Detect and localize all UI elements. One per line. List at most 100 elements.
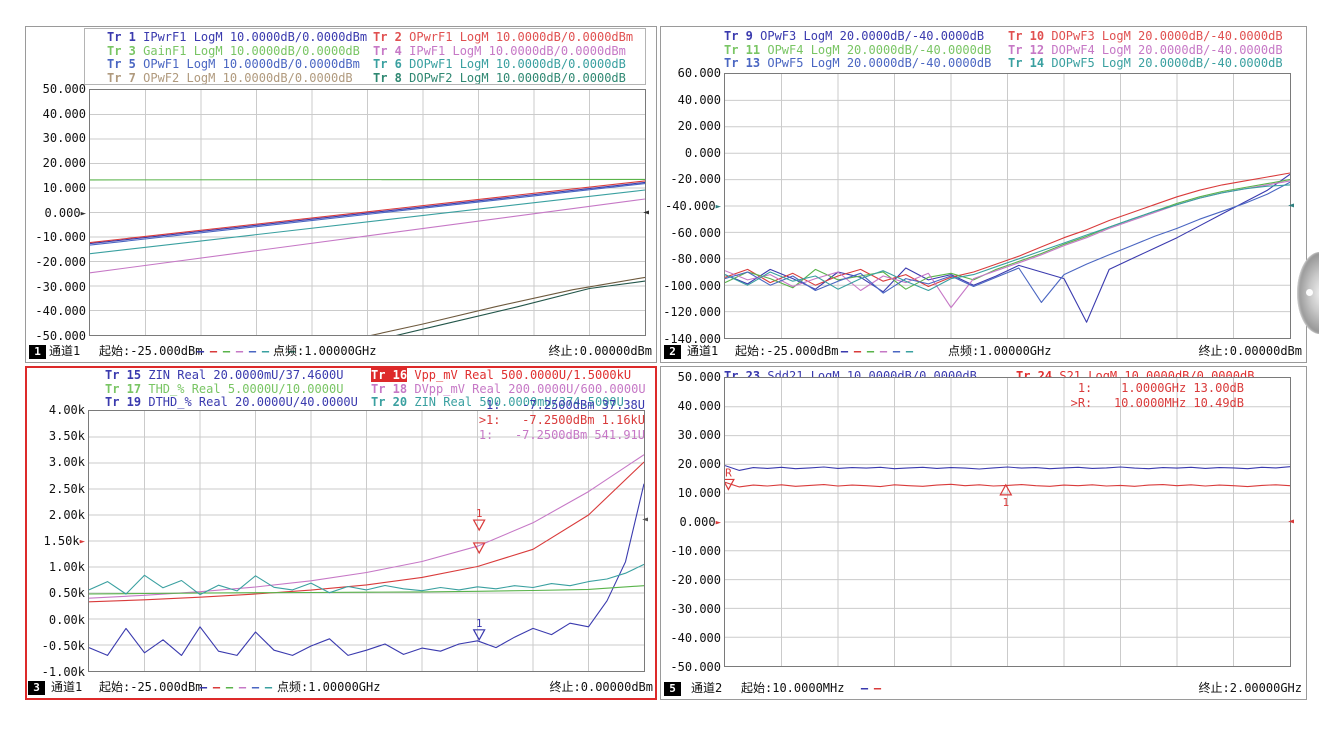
trace-dash: — [194,343,207,360]
trace-dash: — [858,680,871,697]
trace-svg [90,90,645,335]
legend-trace-tr4[interactable]: Tr 4 IPwF1 LogM 10.0000dB/0.0000dBm [373,45,626,58]
trace-id: Tr 3 [107,44,136,58]
trace-id: Tr 12 [1008,43,1044,57]
window-channel1-zin-active[interactable]: Tr 15 ZIN Real 20.0000mU/37.4600U Tr 16 V… [25,366,657,700]
trace-id: Tr 9 [724,29,753,43]
reference-level-arrow[interactable]: ► [81,209,86,219]
y-axis-tick-label: -0.50k [25,640,85,653]
y-axis-tick-label: -10.000 [26,231,86,244]
y-axis-tick-label: -30.000 [26,281,86,294]
y-axis-tick-label: 1.00k [25,561,85,574]
y-axis-tick-label: -1.00k [25,666,85,679]
status-bar: 2通道1起始:-25.000dBm——————点频:1.00000GHz终止:0… [661,343,1306,361]
y-axis-tick-label: 50.000 [26,83,86,96]
trace-id: Tr 13 [724,56,760,70]
y-axis-tick-label: 2.50k [25,483,85,496]
legend-trace-tr15[interactable]: Tr 15 ZIN Real 20.0000mU/37.4600U [105,369,343,382]
legend-trace-tr17[interactable]: Tr 17 THD_% Real 5.0000U/10.0000U [105,383,343,396]
legend-trace-tr13[interactable]: Tr 13 OPwF5 LogM 20.0000dB/-40.0000dB [724,57,991,70]
trace-format-scale: DOPwF5 LogM 20.0000dB/-40.0000dB [1044,56,1282,70]
trace-dash: — [249,679,262,696]
y-axis-tick-label: 40.000 [26,108,86,121]
reference-level-arrow-right: ◄ [643,208,649,218]
window-channel2-sparams[interactable]: Tr 23 Sdd21 LogM 10.0000dB/0.0000dBTr 24… [660,366,1307,700]
trace-dash: — [890,343,903,360]
legend-trace-tr19[interactable]: Tr 19 DTHD_% Real 20.0000U/40.0000U [105,396,358,409]
y-axis-tick-label: -40.000► [661,200,721,214]
y-axis-tick-label: 40.000 [661,94,721,107]
channel-badge[interactable]: 1 [29,345,46,359]
trace-format-scale: THD_% Real 5.0000U/10.0000U [141,382,343,396]
trace-id: Tr 4 [373,44,402,58]
marker-readout-row: >R: 10.0000MHz 10.49dB [1071,396,1244,411]
sweep-stop-label: 终止:0.00000dBm [1199,343,1302,360]
legend-trace-tr1[interactable]: Tr 1 IPwrF1 LogM 10.0000dB/0.0000dBm [107,31,367,44]
marker-readout-row: 1: -7.2500dBm 37.38U [472,398,645,413]
y-axis-tick-label: 10.000 [661,487,721,500]
trace-dash: — [210,679,223,696]
y-axis-tick-label: -120.000 [661,306,721,319]
reference-level-arrow[interactable]: ► [80,537,85,547]
y-axis-tick-label: 30.000 [26,132,86,145]
y-axis-tick-label: -30.000 [661,603,721,616]
reference-level-arrow-right: ◄ [642,515,648,525]
trace-dash: — [877,343,890,360]
legend-trace-tr11[interactable]: Tr 11 OPwF4 LogM 20.0000dB/-40.0000dB [724,44,991,57]
trace-dash: — [233,343,246,360]
channel-badge[interactable]: 2 [664,345,681,359]
trace-format-scale: DVpp_mV Real 200.0000U/600.0000U [407,382,645,396]
trace-id: Tr 10 [1008,29,1044,43]
marker-readout-row: 1: 1.0000GHz 13.00dB [1071,381,1244,396]
y-axis-tick-label: 50.000 [661,371,721,384]
marker-label: 1 [476,507,483,520]
legend-trace-tr18[interactable]: Tr 18 DVpp_mV Real 200.0000U/600.0000U [371,383,645,396]
sweep-start-label: 起始:10.0000MHz [741,680,844,697]
trace-GainF1 [90,179,645,180]
marker-readout-row: 1: -7.2500dBm 541.91U [472,428,645,443]
trace-dash: — [262,679,275,696]
trace-format-scale: DOPwF2 LogM 10.0000dB/0.0000dB [402,71,626,85]
legend-trace-tr6[interactable]: Tr 6 DOPwF1 LogM 10.0000dB/0.0000dB [373,58,626,71]
legend-trace-tr3[interactable]: Tr 3 GainF1 LogM 10.0000dB/0.0000dB [107,45,360,58]
window-channel1-power[interactable]: Tr 1 IPwrF1 LogM 10.0000dB/0.0000dBm Tr 2… [25,26,657,363]
cw-frequency-label: 点频:1.00000GHz [277,679,380,696]
sweep-start-label: 起始:-25.000dBm [735,343,838,360]
trace-dash: — [864,343,877,360]
trace-id: Tr 18 [371,382,407,396]
y-axis-tick-label: 0.00k [25,614,85,627]
plot-area[interactable]: R1 [724,377,1291,667]
legend-trace-tr7[interactable]: Tr 7 OPwF2 LogM 10.0000dB/0.0000dB [107,72,353,85]
legend-trace-tr8[interactable]: Tr 8 DOPwF2 LogM 10.0000dB/0.0000dB [373,72,626,85]
trace-id: Tr 7 [107,71,136,85]
legend-trace-tr5[interactable]: Tr 5 OPwF1 LogM 10.0000dB/0.0000dBm [107,58,360,71]
channel-badge[interactable]: 5 [664,682,681,696]
plot-area[interactable] [89,89,646,336]
legend-trace-tr2[interactable]: Tr 2 OPwrF1 LogM 10.0000dB/0.0000dBm [373,31,633,44]
cw-frequency-label: 点频:1.00000GHz [273,343,376,360]
sweep-stop-label: 终止:0.00000dBm [549,343,652,360]
trace-id: Tr 14 [1008,56,1044,70]
y-axis-tick-label: -50.000 [26,330,86,343]
marker-triangle [474,520,485,530]
channel-badge[interactable]: 3 [28,681,45,695]
trace-id: Tr 2 [373,30,402,44]
trace-format-scale: IPwrF1 LogM 10.0000dB/0.0000dBm [136,30,367,44]
legend-trace-tr12[interactable]: Tr 12 DOPwF4 LogM 20.0000dB/-40.0000dB [1008,44,1283,57]
reference-level-arrow[interactable]: ► [716,518,721,528]
legend-trace-tr9[interactable]: Tr 9 OPwF3 LogM 20.0000dB/-40.0000dB [724,30,984,43]
plot-area[interactable] [724,73,1291,339]
y-axis-tick-label: -10.000 [661,545,721,558]
legend-trace-tr16[interactable]: Tr 16 Vpp_mV Real 500.0000U/1.5000kU [371,369,631,382]
plot-area[interactable]: 11 [88,410,645,672]
trace-dash: — [223,679,236,696]
sweep-stop-label: 终止:2.00000GHz [1199,680,1302,697]
legend-trace-tr14[interactable]: Tr 14 DOPwF5 LogM 20.0000dB/-40.0000dB [1008,57,1283,70]
trace-id: Tr 17 [105,382,141,396]
trace-id: Tr 6 [373,57,402,71]
reference-level-arrow[interactable]: ► [716,202,721,212]
reference-level-arrow-right: ◄ [1288,517,1294,527]
y-axis-tick-label: 3.50k [25,430,85,443]
window-channel1-harmonics[interactable]: Tr 9 OPwF3 LogM 20.0000dB/-40.0000dBTr 1… [660,26,1307,363]
legend-trace-tr10[interactable]: Tr 10 DOPwF3 LogM 20.0000dB/-40.0000dB [1008,30,1283,43]
